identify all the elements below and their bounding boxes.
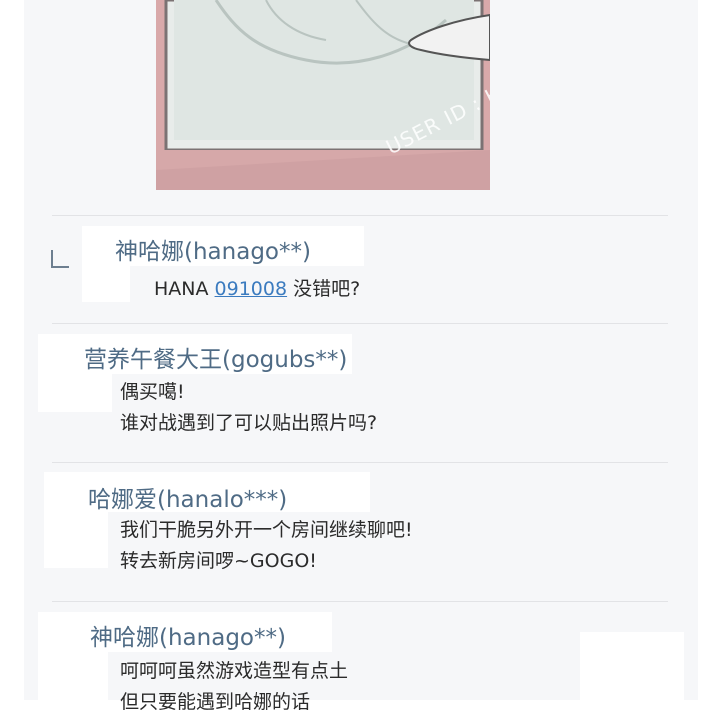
divider	[52, 601, 668, 602]
author-box	[82, 266, 130, 302]
author-name[interactable]: 神哈娜(hanago**)	[90, 618, 286, 652]
message-prefix: HANA	[154, 278, 215, 300]
message-text: 我们干脆另外开一个房间继续聊吧!	[120, 519, 413, 541]
message-text: 转去新房间啰~GOGO!	[120, 550, 317, 572]
author-box	[44, 512, 108, 568]
author-name[interactable]: 神哈娜(hanago**)	[115, 232, 311, 266]
message-link[interactable]: 091008	[215, 278, 288, 300]
message-text: 谁对战遇到了可以贴出照片吗?	[120, 412, 378, 434]
reply-arrow-icon	[51, 250, 69, 268]
author-box	[38, 652, 108, 700]
author-name[interactable]: 营养午餐大王(gogubs**)	[84, 340, 347, 374]
illustration: USER ID : HANA 901008	[156, 0, 490, 190]
author-name[interactable]: 哈娜爱(hanalo***)	[88, 480, 287, 514]
divider	[52, 462, 668, 463]
message-suffix: 没错吧?	[287, 278, 361, 300]
author-box	[38, 374, 112, 412]
divider	[52, 323, 668, 324]
message-text: 但只要能遇到哈娜的话	[120, 691, 311, 713]
message-text: 偶买噶!	[120, 381, 185, 403]
decorative-box	[580, 632, 684, 700]
message-text: HANA 091008 没错吧?	[154, 274, 360, 301]
manga-panel-hand-holding-card-icon	[156, 0, 490, 190]
message-text: 呵呵呵虽然游戏造型有点土	[120, 660, 349, 682]
divider	[52, 215, 668, 216]
